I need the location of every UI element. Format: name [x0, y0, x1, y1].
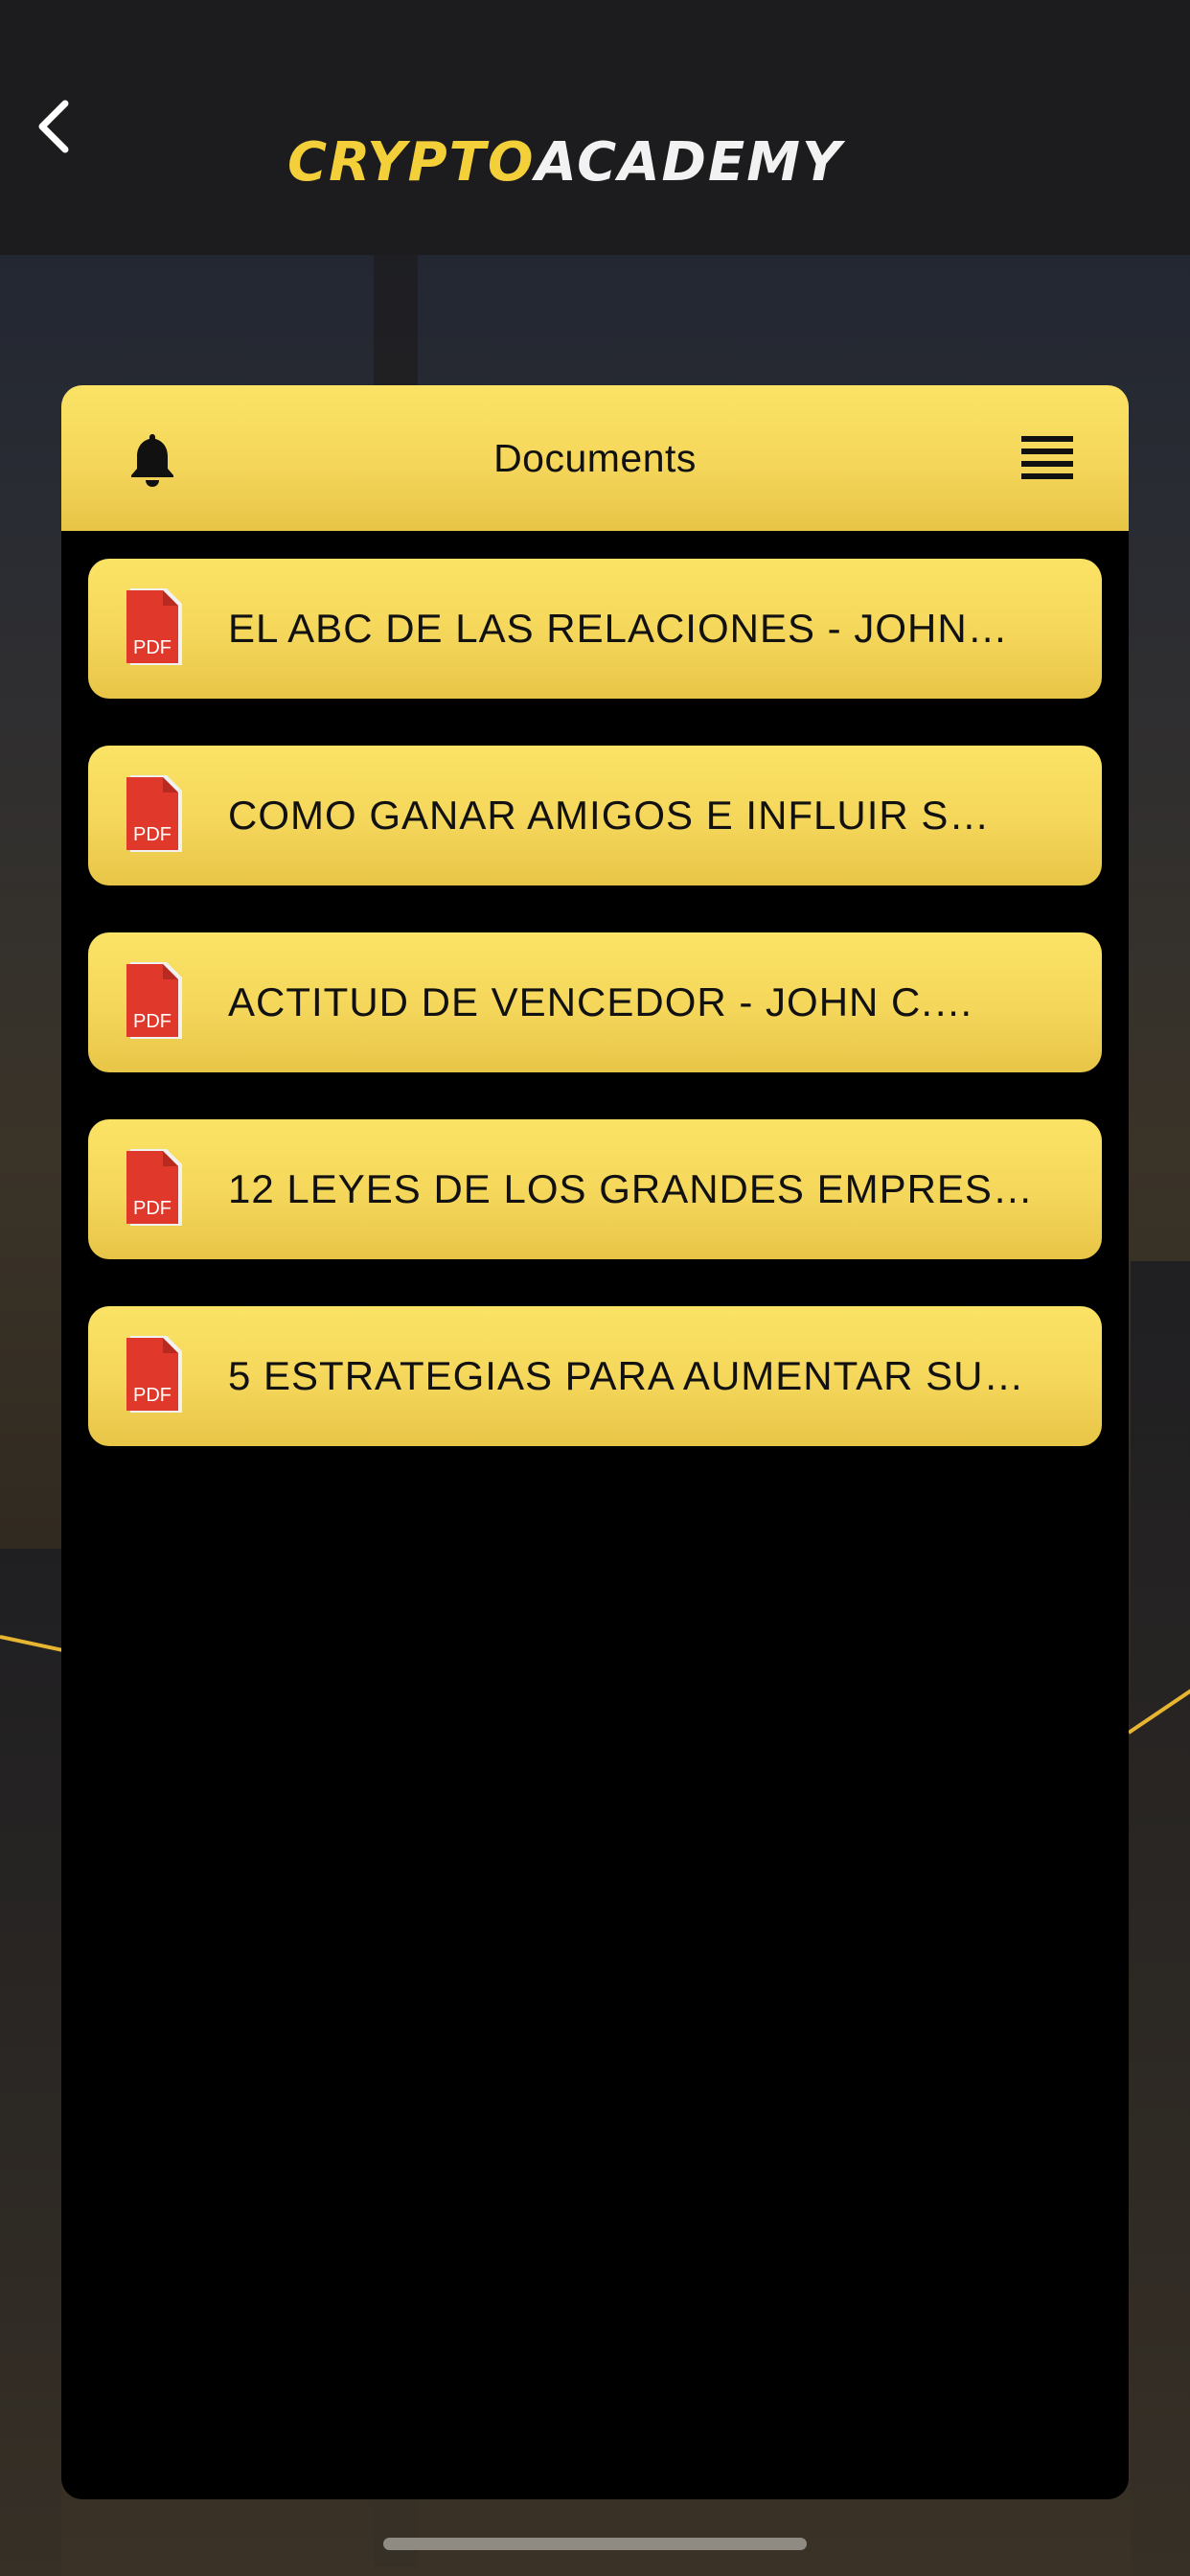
pdf-badge-text: PDF	[133, 824, 172, 845]
document-item[interactable]: PDF ACTITUD DE VENCEDOR - JOHN C.…	[88, 932, 1102, 1072]
pdf-badge-text: PDF	[133, 1385, 172, 1406]
document-title: 5 ESTRATEGIAS PARA AUMENTAR SU…	[228, 1353, 1025, 1398]
pdf-icon: PDF	[126, 588, 182, 665]
document-title: EL ABC DE LAS RELACIONES - JOHN…	[228, 606, 1009, 651]
bell-icon	[131, 434, 173, 487]
top-header: CRYPTO ACADEMY	[0, 0, 1190, 255]
pdf-badge-text: PDF	[133, 1011, 172, 1032]
background-building-left	[0, 1549, 61, 2576]
document-title: COMO GANAR AMIGOS E INFLUIR S…	[228, 793, 991, 838]
documents-panel: Documents PDF EL ABC DE LAS RELACIONES -…	[61, 385, 1129, 2499]
document-item[interactable]: PDF EL ABC DE LAS RELACIONES - JOHN…	[88, 559, 1102, 699]
document-title: 12 LEYES DE LOS GRANDES EMPRES…	[228, 1166, 1034, 1211]
logo-text-academy: ACADEMY	[535, 130, 843, 194]
menu-lines-icon	[1021, 436, 1073, 479]
logo-text-crypto: CRYPTO	[287, 130, 536, 194]
document-list: PDF EL ABC DE LAS RELACIONES - JOHN… PDF…	[88, 559, 1102, 1493]
app-screen: CRYPTO ACADEMY Documents PDF EL ABC DE L…	[0, 0, 1190, 2576]
app-logo: CRYPTO ACADEMY	[287, 128, 901, 196]
chevron-left-icon	[38, 100, 69, 153]
document-item[interactable]: PDF COMO GANAR AMIGOS E INFLUIR S…	[88, 746, 1102, 886]
pdf-badge-text: PDF	[133, 637, 172, 658]
pdf-icon: PDF	[126, 1336, 182, 1413]
background-building-right	[1131, 1261, 1190, 2576]
back-button[interactable]	[23, 92, 84, 161]
home-indicator[interactable]	[383, 2538, 807, 2550]
pdf-icon: PDF	[126, 775, 182, 852]
menu-button[interactable]	[1016, 427, 1079, 491]
pdf-icon: PDF	[126, 1149, 182, 1226]
panel-header: Documents	[61, 385, 1129, 531]
document-item[interactable]: PDF 12 LEYES DE LOS GRANDES EMPRES…	[88, 1119, 1102, 1259]
page-title: Documents	[493, 435, 697, 480]
document-item[interactable]: PDF 5 ESTRATEGIAS PARA AUMENTAR SU…	[88, 1306, 1102, 1446]
document-title: ACTITUD DE VENCEDOR - JOHN C.…	[228, 979, 975, 1024]
pdf-icon: PDF	[126, 962, 182, 1039]
notifications-button[interactable]	[119, 426, 186, 493]
pdf-badge-text: PDF	[133, 1198, 172, 1219]
